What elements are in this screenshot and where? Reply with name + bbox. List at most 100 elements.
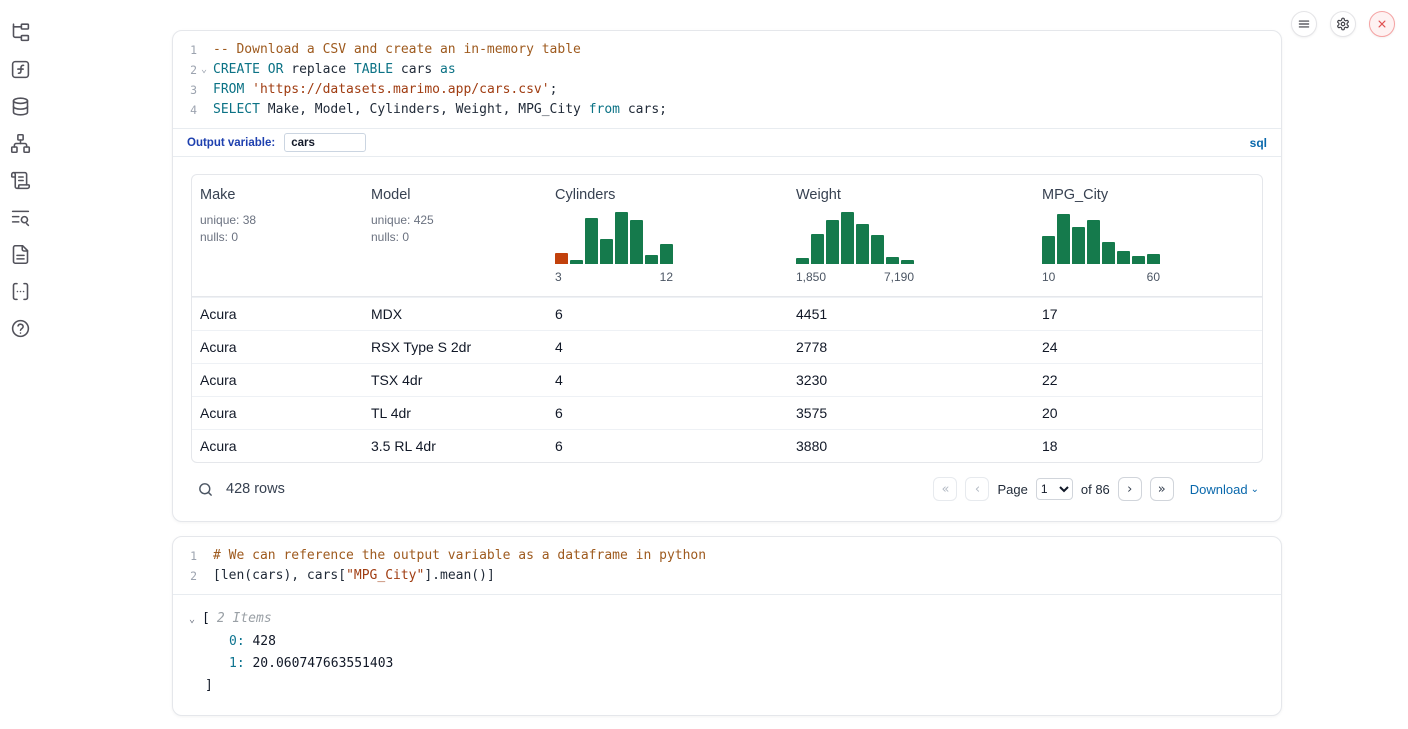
entry-key: 1 xyxy=(229,656,237,671)
table-cell: 2778 xyxy=(788,339,1034,355)
column-header-make[interactable]: Makeunique: 38nulls: 0 xyxy=(192,175,363,296)
histogram-bar xyxy=(811,234,824,264)
code-log-icon[interactable] xyxy=(9,280,31,302)
marimo-notebook-app: 1-- Download a CSV and create an in-memo… xyxy=(0,0,1408,729)
code-line[interactable]: 1# We can reference the output variable … xyxy=(173,546,1281,566)
code-line[interactable]: 2[len(cars), cars["MPG_City"].mean()] xyxy=(173,566,1281,586)
collapse-chevron-icon[interactable]: ⌄ xyxy=(189,609,195,631)
settings-button[interactable] xyxy=(1330,11,1356,37)
histogram-bar xyxy=(1132,256,1145,264)
table-cell: Acura xyxy=(192,405,363,421)
histogram-bar xyxy=(886,257,899,264)
chevron-right-icon: › xyxy=(1127,483,1132,496)
prev-page-button[interactable]: ‹ xyxy=(965,477,989,501)
column-histogram[interactable] xyxy=(1042,212,1160,264)
histogram-bar xyxy=(570,260,583,264)
data-table: Makeunique: 38nulls: 0Modelunique: 425nu… xyxy=(191,174,1263,463)
code-line[interactable]: 2⌄CREATE OR replace TABLE cars as xyxy=(173,60,1281,80)
table-cell: TSX 4dr xyxy=(363,372,547,388)
menu-button[interactable] xyxy=(1291,11,1317,37)
column-header-model[interactable]: Modelunique: 425nulls: 0 xyxy=(363,175,547,296)
fold-gutter xyxy=(197,100,211,120)
menu-icon xyxy=(1297,17,1311,31)
table-cell: TL 4dr xyxy=(363,405,547,421)
first-page-button[interactable]: « xyxy=(933,477,957,501)
histogram-bar xyxy=(660,244,673,264)
column-header-cylinders[interactable]: Cylinders312 xyxy=(547,175,788,296)
table-cell: 20 xyxy=(1034,405,1262,421)
last-page-button[interactable]: » xyxy=(1150,477,1174,501)
histogram-max: 60 xyxy=(1147,270,1160,284)
database-icon[interactable] xyxy=(9,95,31,117)
download-button[interactable]: Download ⌄ xyxy=(1190,482,1259,497)
python-code-editor[interactable]: 1# We can reference the output variable … xyxy=(173,537,1281,594)
language-badge: sql xyxy=(1250,136,1267,150)
histogram-bar xyxy=(1072,227,1085,264)
table-cell: Acura xyxy=(192,438,363,454)
line-number: 2 xyxy=(173,60,197,80)
table-cell: 3.5 RL 4dr xyxy=(363,438,547,454)
column-name: MPG_City xyxy=(1042,187,1254,203)
code-line[interactable]: 4SELECT Make, Model, Cylinders, Weight, … xyxy=(173,100,1281,120)
close-button[interactable] xyxy=(1369,11,1395,37)
column-stat: nulls: 0 xyxy=(371,229,539,246)
histogram-bar xyxy=(871,235,884,264)
bracket-close: ] xyxy=(189,675,1265,697)
line-number: 1 xyxy=(173,40,197,60)
fold-gutter xyxy=(197,40,211,60)
entry-value: 20.060747663551403 xyxy=(252,656,393,671)
code-text: CREATE OR replace TABLE cars as xyxy=(211,60,456,80)
column-histogram[interactable] xyxy=(796,212,914,264)
file-tree-icon[interactable] xyxy=(9,21,31,43)
fold-chevron-icon[interactable]: ⌄ xyxy=(197,60,211,80)
output-variable-input[interactable] xyxy=(284,133,366,152)
table-row[interactable]: AcuraTSX 4dr4323022 xyxy=(192,363,1262,396)
help-icon[interactable] xyxy=(9,317,31,339)
scroll-icon[interactable] xyxy=(9,169,31,191)
download-label: Download xyxy=(1190,482,1248,497)
table-cell: 4 xyxy=(547,372,788,388)
table-cell: 18 xyxy=(1034,438,1262,454)
table-row[interactable]: AcuraRSX Type S 2dr4277824 xyxy=(192,330,1262,363)
graph-icon[interactable] xyxy=(9,132,31,154)
table-row[interactable]: AcuraMDX6445117 xyxy=(192,297,1262,330)
chevron-down-icon: ⌄ xyxy=(1251,484,1259,495)
histogram-range: 312 xyxy=(555,270,673,284)
histogram-bar xyxy=(615,212,628,264)
histogram-bar xyxy=(856,224,869,264)
sql-cell: 1-- Download a CSV and create an in-memo… xyxy=(172,30,1282,522)
page-label: Page xyxy=(997,482,1027,497)
table-cell: Acura xyxy=(192,372,363,388)
column-histogram[interactable] xyxy=(555,212,673,264)
code-text: [len(cars), cars["MPG_City"].mean()] xyxy=(211,566,495,586)
sql-code-editor[interactable]: 1-- Download a CSV and create an in-memo… xyxy=(173,31,1281,128)
next-page-button[interactable]: › xyxy=(1118,477,1142,501)
column-header-mpg_city[interactable]: MPG_City 1060 xyxy=(1034,175,1262,296)
histogram-max: 7,190 xyxy=(884,270,914,284)
table-header-row: Makeunique: 38nulls: 0Modelunique: 425nu… xyxy=(192,175,1262,297)
line-number: 4 xyxy=(173,100,197,120)
histogram-range: 1060 xyxy=(1042,270,1160,284)
search-icon[interactable] xyxy=(197,481,214,498)
table-row[interactable]: AcuraTL 4dr6357520 xyxy=(192,396,1262,429)
table-cell: 6 xyxy=(547,306,788,322)
list-search-icon[interactable] xyxy=(9,206,31,228)
close-icon xyxy=(1375,17,1389,31)
column-header-weight[interactable]: Weight1,8507,190 xyxy=(788,175,1034,296)
entry-separator: : xyxy=(237,656,253,671)
page-select[interactable]: 1 xyxy=(1036,478,1073,500)
bracket-open: [ xyxy=(202,608,210,630)
column-name: Model xyxy=(371,187,539,203)
table-footer: 428 rows « ‹ Page 1 of 86 › » Download ⌄ xyxy=(191,463,1263,515)
output-variable-row: Output variable: sql xyxy=(173,128,1281,157)
column-stat: nulls: 0 xyxy=(200,229,355,246)
table-cell: 17 xyxy=(1034,306,1262,322)
histogram-bar xyxy=(555,253,568,264)
table-row[interactable]: Acura3.5 RL 4dr6388018 xyxy=(192,429,1262,462)
function-icon[interactable] xyxy=(9,58,31,80)
chevrons-left-icon: « xyxy=(942,483,950,496)
code-line[interactable]: 1-- Download a CSV and create an in-memo… xyxy=(173,40,1281,60)
code-line[interactable]: 3FROM 'https://datasets.marimo.app/cars.… xyxy=(173,80,1281,100)
histogram-bar xyxy=(1087,220,1100,264)
document-icon[interactable] xyxy=(9,243,31,265)
